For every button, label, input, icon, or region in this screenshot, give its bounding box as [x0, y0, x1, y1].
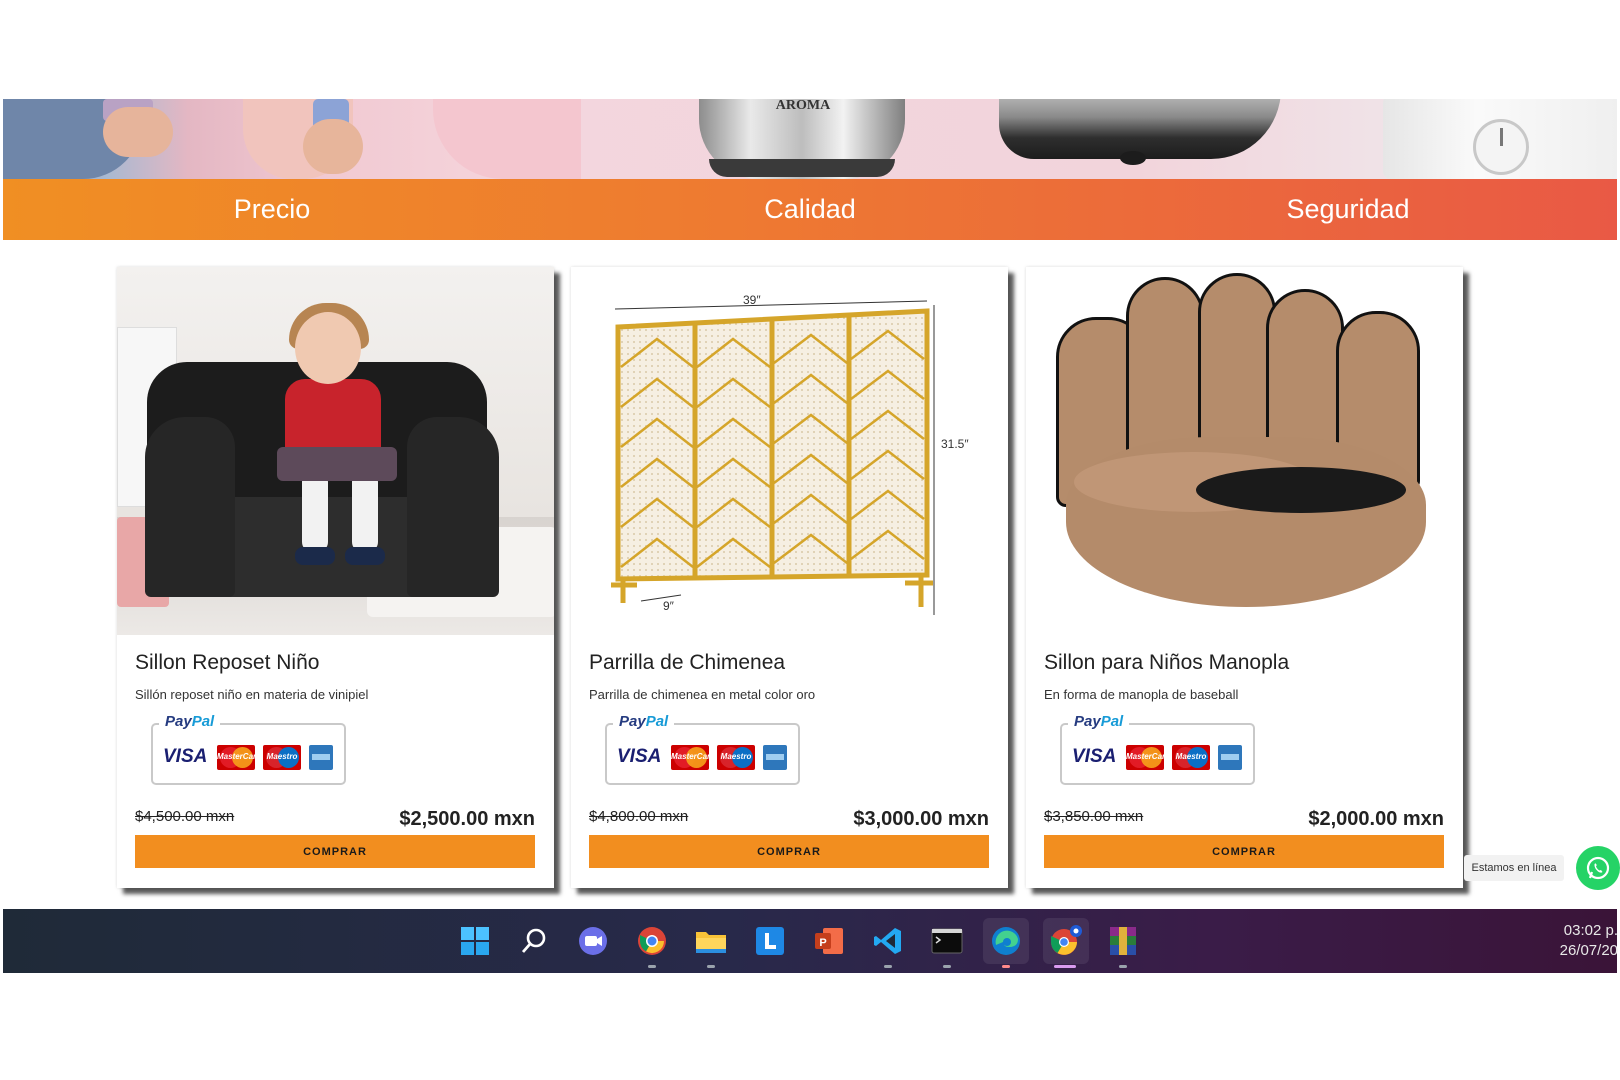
dimension-width-label: 39″: [743, 293, 761, 307]
whatsapp-button[interactable]: [1576, 846, 1620, 890]
product-card: 39″ 31.5″ 9″ Parrilla de Chimenea Parril…: [571, 267, 1008, 888]
kettle-brand-logo: AROMA: [775, 99, 831, 113]
payment-methods-badge: PayPal VISA MasterCard Maestro: [1060, 713, 1255, 785]
feature-precio: Precio: [233, 194, 311, 224]
fireplace-screen-drawing: [611, 300, 935, 615]
windows-taskbar: P 03:02 p. 26/07/20: [3, 909, 1618, 973]
product-title: Sillon Reposet Niño: [135, 651, 320, 674]
paypal-logo: PayPal: [159, 713, 221, 730]
product-title: Sillon para Niños Manopla: [1044, 651, 1290, 674]
visa-logo: VISA: [163, 746, 208, 767]
product-image-fireplace-screen[interactable]: 39″ 31.5″ 9″: [571, 267, 1008, 635]
mastercard-logo: MasterCard: [1126, 745, 1164, 770]
current-price: $2,000.00 mxn: [1308, 808, 1444, 830]
powerpoint-icon[interactable]: P: [810, 922, 848, 960]
feature-seguridad: Seguridad: [1286, 194, 1410, 224]
product-card: Sillon Reposet Niño Sillón reposet niño …: [117, 267, 554, 888]
product-image-glove-chair[interactable]: [1026, 267, 1463, 635]
maestro-logo: Maestro: [263, 745, 301, 770]
product-description: Parrilla de chimenea en metal color oro: [589, 687, 816, 702]
visa-logo: VISA: [617, 746, 662, 767]
l-app-icon[interactable]: [751, 922, 789, 960]
paypal-logo: PayPal: [613, 713, 675, 730]
dimension-height-label: 31.5″: [941, 437, 969, 451]
old-price: $3,850.00 mxn: [1044, 808, 1144, 825]
terminal-icon[interactable]: [928, 922, 966, 960]
hero-banner: AROMA: [3, 99, 1617, 179]
feature-calidad: Calidad: [764, 194, 856, 224]
hero-people-image: [3, 99, 581, 179]
buy-button[interactable]: COMPRAR: [1044, 835, 1444, 868]
appliance-dial: [1473, 119, 1529, 175]
product-image-armchair[interactable]: [117, 267, 554, 635]
chrome-icon[interactable]: [633, 922, 671, 960]
amex-logo: [763, 745, 787, 770]
vscode-icon[interactable]: [869, 922, 907, 960]
payment-methods-badge: PayPal VISA MasterCard Maestro: [151, 713, 346, 785]
system-clock[interactable]: 03:02 p. 26/07/20: [1560, 921, 1618, 961]
amex-logo: [1218, 745, 1242, 770]
visa-logo: VISA: [1072, 746, 1117, 767]
search-icon[interactable]: [515, 922, 553, 960]
amex-logo: [309, 745, 333, 770]
maestro-logo: Maestro: [717, 745, 755, 770]
old-price: $4,800.00 mxn: [589, 808, 689, 825]
hero-cooker-image: [999, 99, 1281, 159]
meet-icon[interactable]: [574, 922, 612, 960]
paypal-logo: PayPal: [1068, 713, 1130, 730]
whatsapp-icon: [1586, 856, 1610, 880]
product-title: Parrilla de Chimenea: [589, 651, 786, 674]
winrar-icon[interactable]: [1104, 922, 1142, 960]
chrome-profile-icon[interactable]: [1043, 918, 1089, 964]
dimension-depth-label: 9″: [663, 599, 674, 613]
mastercard-logo: MasterCard: [217, 745, 255, 770]
product-description: En forma de manopla de baseball: [1044, 687, 1239, 702]
edge-icon[interactable]: [983, 918, 1029, 964]
file-explorer-icon[interactable]: [692, 922, 730, 960]
whatsapp-online-label[interactable]: Estamos en línea: [1464, 855, 1564, 881]
product-card: Sillon para Niños Manopla En forma de ma…: [1026, 267, 1463, 888]
product-description: Sillón reposet niño en materia de vinipi…: [135, 687, 369, 702]
feature-band: Precio Calidad Seguridad: [3, 179, 1617, 240]
buy-button[interactable]: COMPRAR: [135, 835, 535, 868]
current-price: $2,500.00 mxn: [399, 808, 535, 830]
svg-text:P: P: [819, 937, 826, 949]
clock-time: 03:02 p.: [1563, 922, 1618, 939]
current-price: $3,000.00 mxn: [853, 808, 989, 830]
clock-date: 26/07/20: [1559, 942, 1618, 959]
old-price: $4,500.00 mxn: [135, 808, 235, 825]
maestro-logo: Maestro: [1172, 745, 1210, 770]
windows-start-icon[interactable]: [456, 922, 494, 960]
mastercard-logo: MasterCard: [671, 745, 709, 770]
payment-methods-badge: PayPal VISA MasterCard Maestro: [605, 713, 800, 785]
buy-button[interactable]: COMPRAR: [589, 835, 989, 868]
